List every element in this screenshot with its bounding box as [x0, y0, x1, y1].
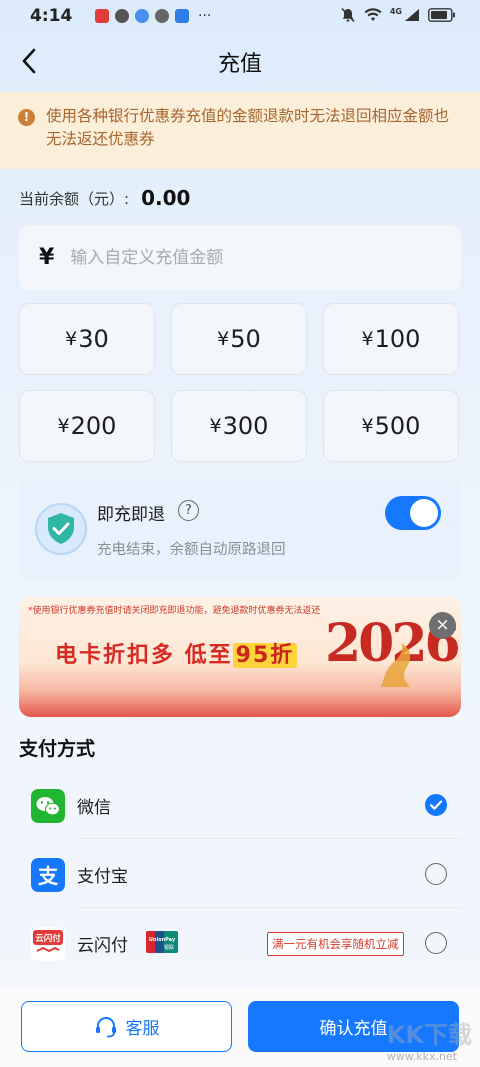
preset-value: 30 — [78, 325, 109, 353]
custom-amount-field[interactable]: ¥ — [19, 225, 461, 290]
promo-badge: 满一元有机会享随机立减 — [267, 932, 404, 956]
svg-text:银联: 银联 — [164, 944, 174, 951]
payment-label: 支付宝 — [77, 867, 128, 887]
svg-text:UnionPay: UnionPay — [149, 937, 176, 943]
help-icon[interactable]: ? — [178, 500, 199, 521]
preset-value: 500 — [374, 412, 421, 440]
preset-amount-50[interactable]: ¥50 — [171, 303, 307, 375]
promo-banner[interactable]: *使用银行优惠券充值时请关闭即充即退功能，避免退款时优惠券无法返还 电卡折扣多 … — [19, 597, 461, 717]
instant-refund-card: 即充即退 ? 充电结束，余额自动原路退回 — [19, 478, 461, 580]
preset-currency: ¥ — [361, 328, 374, 350]
unionpay-logo-icon: UnionPay 银联 — [146, 931, 178, 953]
watermark-brand: KK下载 — [386, 1021, 472, 1049]
radio-checked-icon[interactable] — [425, 794, 447, 816]
headset-icon — [95, 1016, 116, 1037]
huawei-app-icon — [95, 9, 109, 23]
preset-currency: ¥ — [361, 415, 374, 437]
bottom-action-bar: 客服 确认充值 KK下载 www.kkx.net — [0, 988, 480, 1067]
custom-amount-input[interactable] — [68, 246, 413, 269]
watermark-url: www.kkx.net — [386, 1050, 458, 1063]
instant-refund-title: 即充即退 — [97, 505, 165, 525]
page-title: 充值 — [217, 52, 262, 77]
notice-text: 使用各种银行优惠券充值的金额退款时无法退回相应金额也无法返还优惠券 — [46, 107, 450, 148]
balance-label: 当前余额（元）: — [19, 189, 130, 208]
unionpay-quickpass-icon: 云闪付 — [31, 927, 65, 961]
refund-notice: ! 使用各种银行优惠券充值的金额退款时无法退回相应金额也无法返还优惠券 — [0, 92, 480, 169]
toggle-knob — [410, 499, 438, 527]
banner-discount: 95折 — [232, 643, 298, 668]
notification-icons: ··· — [95, 9, 211, 23]
yen-icon: ¥ — [39, 245, 55, 270]
confirm-label: 确认充值 — [319, 1019, 388, 1039]
preset-amount-200[interactable]: ¥200 — [19, 390, 155, 462]
warning-icon: ! — [18, 109, 35, 126]
app-notification-icon — [175, 9, 189, 23]
radio-unchecked-icon[interactable] — [425, 932, 447, 954]
divider — [77, 838, 461, 839]
message-notification-icon — [155, 9, 169, 23]
status-time: 4:14 — [30, 6, 73, 26]
watermark: KK下载 www.kkx.net — [387, 1015, 472, 1063]
browser-notification-icon — [135, 9, 149, 23]
preset-currency: ¥ — [65, 328, 78, 350]
service-label: 客服 — [125, 1019, 160, 1039]
mute-icon — [341, 7, 355, 23]
payment-option-alipay[interactable]: 支 支付宝 — [19, 841, 461, 908]
signal-icon — [405, 9, 419, 21]
preset-value: 50 — [230, 325, 261, 353]
preset-currency: ¥ — [217, 328, 230, 350]
banner-note: *使用银行优惠券充值时请关闭即充即退功能，避免退款时优惠券无法返还 — [28, 606, 321, 616]
preset-amount-100[interactable]: ¥100 — [323, 303, 459, 375]
divider — [77, 907, 461, 908]
instant-refund-description: 充电结束，余额自动原路退回 — [97, 542, 286, 558]
preset-currency: ¥ — [57, 415, 70, 437]
preset-value: 300 — [222, 412, 269, 440]
nav-header: 充值 — [0, 34, 480, 88]
preset-value: 100 — [374, 325, 421, 353]
payment-section-title: 支付方式 — [19, 738, 96, 760]
preset-amount-500[interactable]: ¥500 — [323, 390, 459, 462]
wifi-icon — [364, 8, 382, 21]
banner-slogan: 电卡折扣多 低至 95折 — [55, 637, 298, 669]
more-notifications-icon: ··· — [198, 8, 212, 24]
status-bar: 4:14 ··· 4G — [0, 0, 480, 34]
payment-option-wechat[interactable]: 微信 — [19, 772, 461, 839]
instant-refund-toggle[interactable] — [385, 496, 441, 530]
alipay-icon: 支 — [31, 858, 65, 892]
balance-value: 0.00 — [141, 186, 191, 210]
preset-currency: ¥ — [209, 415, 222, 437]
payment-label: 云闪付 — [77, 936, 128, 956]
shield-check-icon — [35, 503, 87, 555]
payment-label: 微信 — [77, 798, 111, 818]
svg-text:云闪付: 云闪付 — [35, 933, 61, 944]
banner-close-button[interactable]: × — [429, 612, 456, 639]
battery-icon — [428, 8, 455, 22]
wechat-notification-icon — [115, 9, 129, 23]
preset-value: 200 — [70, 412, 117, 440]
balance-row: 当前余额（元）: 0.00 — [19, 184, 190, 212]
preset-amount-300[interactable]: ¥300 — [171, 390, 307, 462]
horse-decoration-icon — [381, 643, 411, 687]
payment-option-unionpay[interactable]: 云闪付 云闪付 UnionPay 银联 满一元有机会享随机立减 — [19, 910, 461, 977]
status-right: 4G — [340, 7, 456, 23]
banner-slogan-text: 电卡折扣多 低至 — [55, 643, 233, 668]
network-type: 4G — [389, 6, 402, 16]
wechat-pay-icon — [31, 789, 65, 823]
preset-amount-30[interactable]: ¥30 — [19, 303, 155, 375]
radio-unchecked-icon[interactable] — [425, 863, 447, 885]
customer-service-button[interactable]: 客服 — [21, 1001, 232, 1052]
svg-text:支: 支 — [38, 864, 59, 888]
